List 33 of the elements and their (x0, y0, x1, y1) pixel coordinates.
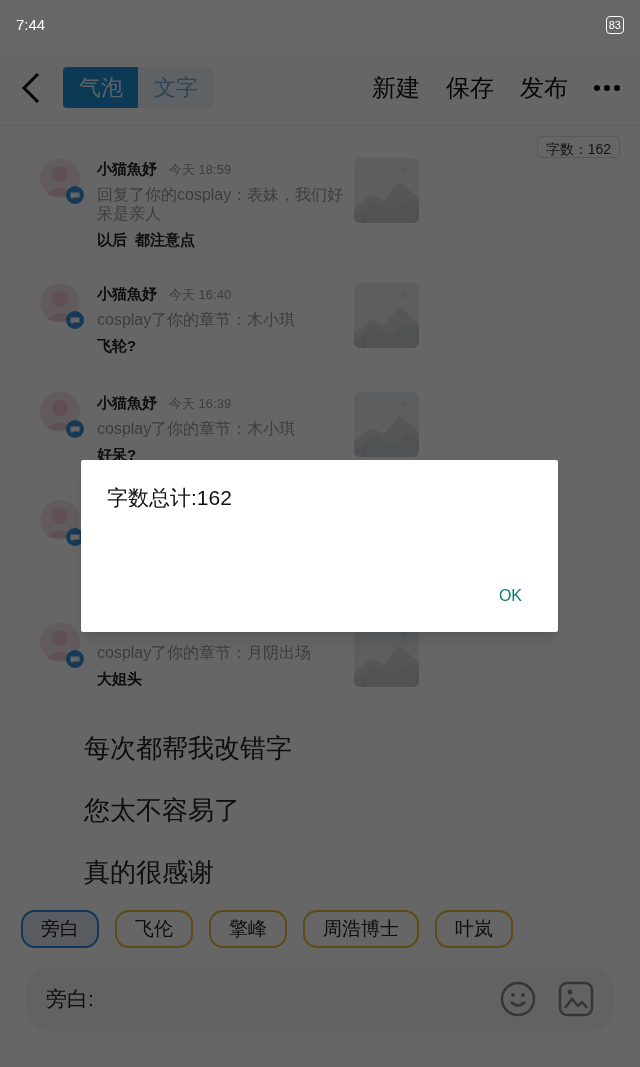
more-icon[interactable] (594, 84, 620, 91)
speaker-chip[interactable]: 叶岚 (435, 910, 513, 948)
reply-text: 飞轮? (97, 335, 138, 356)
emoji-icon[interactable] (500, 981, 536, 1017)
status-time: 7:44 (16, 14, 46, 35)
speaker-chip[interactable]: 擎峰 (209, 910, 287, 948)
back-icon[interactable] (20, 71, 42, 104)
user-name: 小猫魚妤 (97, 284, 157, 304)
toolbar-action[interactable]: 发布 (520, 69, 568, 106)
toolbar-action[interactable]: 新建 (372, 69, 420, 106)
text-line: 真的很感谢 (84, 856, 215, 889)
user-name: 小猫魚妤 (97, 393, 157, 413)
reply-text: 以后 都注意点 (97, 229, 197, 250)
text-line: 您太不容易了 (84, 794, 241, 827)
comment-icon (66, 650, 84, 668)
user-name: 小猫魚妤 (97, 159, 157, 179)
input-label: 旁白: (46, 986, 94, 1013)
speaker-chip[interactable]: 周浩博士 (303, 910, 419, 948)
toolbar-action[interactable]: 保存 (446, 69, 494, 106)
input-field[interactable]: 旁白: (26, 967, 614, 1031)
comment-icon (66, 420, 84, 438)
speaker-chip[interactable]: 飞伦 (115, 910, 193, 948)
text-line: 每次都帮我改错字 (84, 732, 293, 765)
reply-text: 大姐头 (97, 669, 143, 689)
dialog-message: 字数总计:162 (107, 485, 233, 511)
battery-icon: 83 (605, 15, 624, 35)
comment-icon (66, 311, 84, 329)
speaker-chip[interactable]: 旁白 (21, 910, 99, 948)
tab[interactable]: 气泡 (63, 67, 138, 108)
word-count-badge: 字数：162 (536, 136, 620, 158)
image-icon[interactable] (558, 981, 594, 1017)
ok-button[interactable]: OK (488, 580, 532, 612)
comment-icon (66, 186, 84, 204)
